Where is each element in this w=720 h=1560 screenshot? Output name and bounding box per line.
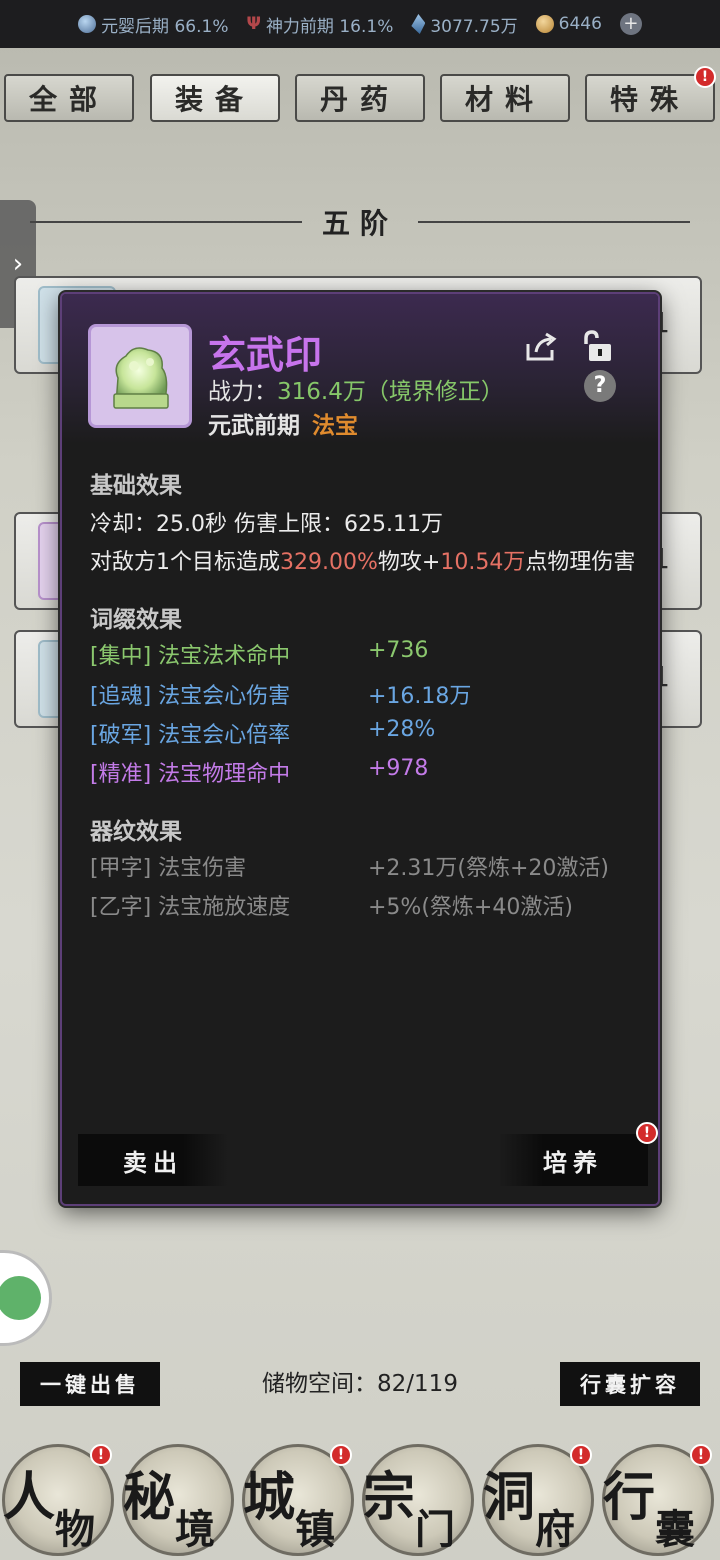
tab-equipment[interactable]: 装备 [150,74,280,122]
divider [418,221,691,223]
tab-pills[interactable]: 丹药 [295,74,425,122]
nav-char: 行 [603,1467,656,1528]
power-value: 316.4万（境界修正） [277,379,504,405]
item-icon [88,324,192,428]
unlock-icon[interactable] [580,330,614,362]
jade-seal-icon [113,347,169,409]
affix-name: [追魂] 法宝会心伤害 [90,684,291,709]
affix-value: +16.18万 [368,684,472,709]
nav-char: 人 [3,1467,56,1528]
coin-status: 6446 [535,14,602,34]
power-label: 战力： [208,379,277,405]
nav-alert-badge: ! [90,1444,112,1466]
nav-char: 境 [175,1506,215,1553]
pattern-value: +2.31万(祭炼+20激活) [368,856,610,881]
affix-row: [追魂] 法宝会心伤害 +16.18万 [90,678,630,710]
nav-char: 镇 [295,1506,335,1553]
basic-effect-line: 冷却：25.0秒 伤害上限：625.11万 [90,512,443,537]
damage-text: 物攻+ [377,550,441,575]
affix-row: [破军] 法宝会心倍率 +28% [90,717,630,749]
add-coins-button[interactable]: + [619,13,642,35]
basic-effect-title: 基础效果 [90,473,182,499]
pattern-name: [乙字] 法宝施放速度 [90,895,291,920]
tier-title: 五阶 [322,207,399,240]
item-realm: 元武前期 法宝 [208,406,358,440]
trident-icon: Ψ [246,14,261,34]
tab-materials[interactable]: 材料 [440,74,570,122]
spirit-stone-text: 3077.75万 [430,16,518,37]
damage-text: 点物理伤害 [525,550,636,575]
damage-flat: 10.54万 [440,550,526,575]
nav-alert-badge: ! [570,1444,592,1466]
expand-bag-button[interactable]: 行囊扩容 [560,1362,700,1406]
affix-value: +978 [368,756,429,781]
pattern-effect-title: 器纹效果 [90,819,182,845]
pattern-value: +5%(祭炼+40激活) [368,895,573,920]
damage-percent: 329.00% [280,550,378,575]
coin-icon [535,15,554,33]
affix-value: +28% [368,717,436,742]
nav-secret-realm[interactable]: 秘境 [122,1444,234,1556]
status-bar: 元婴后期 66.1% Ψ 神力前期 16.1% 3077.75万 6446 + [0,0,720,48]
affix-name: [精准] 法宝物理命中 [90,762,291,787]
coin-text: 6446 [558,14,602,34]
share-icon[interactable] [524,332,558,362]
nav-alert-badge: ! [330,1444,352,1466]
nav-alert-badge: ! [690,1444,712,1466]
help-icon[interactable]: ? [584,370,616,402]
item-detail-popup: 玄武印 战力：316.4万（境界修正） 元武前期 法宝 ? 基础效果 冷却：25.… [60,292,660,1206]
realm-text: 元婴后期 66.1% [101,16,229,37]
chat-icon [0,1276,41,1320]
special-alert-badge: ! [694,66,716,88]
affix-row: [集中] 法宝法术命中 +736 [90,638,630,670]
spirit-stone-status: 3077.75万 [411,12,518,37]
nav-char: 囊 [655,1506,695,1553]
chevron-right-icon: › [12,249,24,279]
pattern-row: [乙字] 法宝施放速度 +5%(祭炼+40激活) [90,889,630,921]
affix-name: [破军] 法宝会心倍率 [90,723,291,748]
pattern-row: [甲字] 法宝伤害 +2.31万(祭炼+20激活) [90,850,630,882]
nav-char: 宗 [363,1467,416,1528]
tab-all[interactable]: 全部 [4,74,134,122]
tier-header: 五阶 [30,200,691,244]
nav-char: 城 [243,1467,296,1528]
nav-char: 秘 [123,1467,176,1528]
damage-text: 对敌方1个目标造成 [90,550,280,575]
pattern-name: [甲字] 法宝伤害 [90,856,247,881]
affix-effect-title: 词缀效果 [90,607,182,633]
realm-status: 元婴后期 66.1% [78,12,228,37]
basic-effect-damage: 对敌方1个目标造成329.00%物攻+10.54万点物理伤害 [90,544,635,576]
item-type: 法宝 [312,413,358,439]
divine-status: Ψ 神力前期 16.1% [246,12,393,37]
nav-char: 洞 [483,1467,536,1528]
train-button[interactable]: 培养 [498,1134,648,1186]
train-alert-badge: ! [636,1122,658,1144]
affix-value: +736 [368,638,429,663]
bottom-nav: 人物 ! 秘境 城镇 ! 宗门 洞府 ! 行囊 ! [0,1440,720,1560]
nav-char: 门 [415,1506,455,1553]
realm-gem-icon [78,15,97,33]
nav-sect[interactable]: 宗门 [362,1444,474,1556]
divine-text: 神力前期 16.1% [265,16,394,37]
affix-name: [集中] 法宝法术命中 [90,644,291,669]
nav-char: 物 [55,1506,95,1553]
divider [30,221,302,223]
category-tabs: 全部 装备 丹药 材料 特殊 ! [4,66,716,124]
item-power: 战力：316.4万（境界修正） [208,372,504,406]
sell-button[interactable]: 卖出 [78,1134,228,1186]
nav-char: 府 [535,1506,575,1553]
affix-row: [精准] 法宝物理命中 +978 [90,756,630,788]
item-name: 玄武印 [208,333,323,377]
realm-requirement: 元武前期 [208,413,300,439]
crystal-icon [411,14,426,34]
chat-button[interactable] [0,1250,52,1346]
